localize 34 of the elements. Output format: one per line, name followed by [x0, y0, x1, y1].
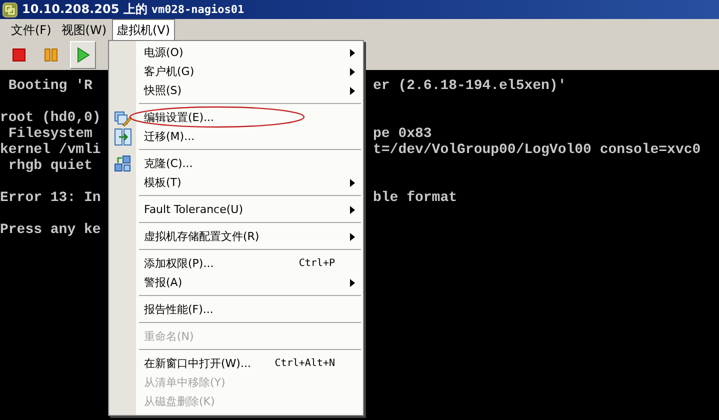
vm-name: vm028-nagios01 — [151, 3, 244, 16]
menu-item[interactable]: Fault Tolerance(U) — [144, 203, 243, 216]
shortcut-text: Ctrl+P — [298, 258, 335, 269]
console-text: Filesystem — [7, 126, 94, 142]
shortcut-text: Ctrl+Alt+N — [274, 358, 335, 369]
play-icon — [76, 47, 90, 63]
menu-item[interactable]: 模板(T) — [144, 175, 182, 190]
menu-item[interactable]: 添加权限(P)... — [144, 256, 214, 271]
menu-bar-item[interactable]: 文件(F) — [6, 18, 56, 40]
console-text: Booting 'R — [7, 78, 94, 94]
play-button[interactable] — [70, 41, 96, 69]
console-text: ble format — [373, 190, 458, 206]
menu-item[interactable]: 报告性能(F)... — [144, 302, 214, 317]
console-text: Error 13: In — [0, 190, 102, 206]
window-title: 10.10.208.205 上的 — [22, 1, 148, 18]
menu-item[interactable]: 在新窗口中打开(W)... — [144, 356, 251, 371]
menu-bar-item[interactable]: 视图(W) — [56, 18, 112, 40]
menu-item[interactable]: 克隆(C)... — [144, 156, 193, 171]
console-text: t=/dev/VolGroup00/LogVol00 console=xvc0 — [373, 142, 701, 158]
menu-item[interactable]: 客户机(G) — [144, 64, 194, 79]
console-text: root (hd0,0) — [0, 110, 102, 126]
console-text: Press any ke — [0, 222, 102, 238]
pause-icon — [44, 48, 58, 62]
menu-item[interactable]: 电源(O) — [144, 45, 184, 60]
console-text: kernel /vmli — [0, 142, 102, 158]
stop-icon — [12, 48, 26, 62]
console-text: er (2.6.18-194.el5xen)' — [373, 78, 566, 94]
app-icon — [2, 2, 18, 18]
menu-item[interactable]: 迁移(M)... — [144, 129, 195, 144]
console-text: pe 0x83 — [373, 126, 432, 142]
menu-item[interactable]: 快照(S) — [144, 83, 182, 98]
menu-item[interactable]: 虚拟机存储配置文件(R) — [144, 229, 260, 244]
console-text: rhgb quiet — [7, 158, 94, 174]
menu-item[interactable]: 警报(A) — [144, 275, 182, 290]
